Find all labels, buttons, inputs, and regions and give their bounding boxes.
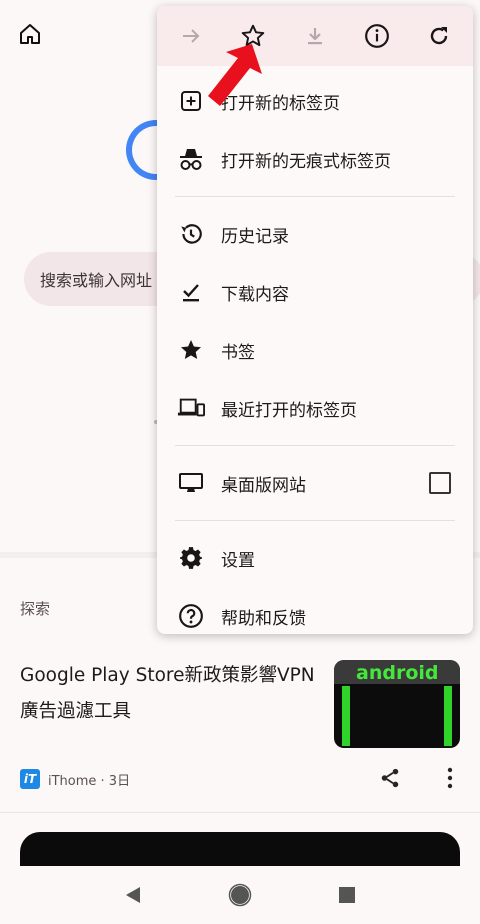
menu-item-label: 下载内容 [221, 284, 289, 305]
menu-divider [175, 520, 455, 521]
share-icon [381, 768, 399, 788]
explore-label: 探索 [20, 600, 51, 618]
gear-icon [177, 544, 205, 572]
home-icon [20, 24, 40, 44]
desktop-icon [177, 469, 205, 497]
menu-item-recent-tabs[interactable]: 最近打开的标签页 [157, 379, 473, 437]
menu-item-label: 帮助和反馈 [221, 608, 306, 629]
menu-item-label: 桌面版网站 [221, 475, 306, 496]
reload-button[interactable] [423, 20, 455, 52]
menu-item-label: 打开新的无痕式标签页 [221, 151, 391, 172]
more-options-button[interactable] [438, 764, 462, 792]
ithome-logo-icon: iT [20, 769, 40, 789]
help-icon [177, 602, 205, 630]
menu-item-help-feedback[interactable]: 帮助和反馈 [157, 587, 473, 634]
menu-item-label: 最近打开的标签页 [221, 400, 357, 421]
search-placeholder: 搜索或输入网址 [40, 271, 153, 290]
menu-item-downloads[interactable]: 下载内容 [157, 263, 473, 321]
info-icon [365, 24, 389, 48]
red-arrow-annotation-icon [208, 44, 262, 106]
article-thumbnail[interactable]: android [334, 660, 460, 748]
menu-item-desktop-site[interactable]: 桌面版网站 [157, 454, 473, 512]
menu-item-label: 历史记录 [221, 226, 289, 247]
system-nav-bar [0, 866, 480, 924]
menu-item-label: 书签 [221, 342, 255, 363]
recents-square-icon [338, 887, 355, 903]
thumb-stripe [444, 686, 452, 746]
download-check-icon [177, 278, 205, 306]
incognito-icon [177, 145, 205, 173]
history-icon [177, 220, 205, 248]
menu-divider [175, 445, 455, 446]
devices-icon [177, 394, 205, 422]
page-info-button[interactable] [361, 20, 393, 52]
reload-icon [430, 27, 448, 45]
nav-recents-button[interactable] [327, 875, 367, 915]
star-filled-icon [177, 336, 205, 364]
card-divider [0, 812, 480, 813]
desktop-site-checkbox[interactable] [429, 472, 451, 494]
menu-item-bookmarks[interactable]: 书签 [157, 321, 473, 379]
share-button[interactable] [376, 764, 404, 792]
menu-item-history[interactable]: 历史记录 [157, 205, 473, 263]
thumb-stripe [342, 686, 350, 746]
nav-home-button[interactable] [220, 875, 260, 915]
back-triangle-icon [126, 887, 141, 903]
download-icon [308, 28, 322, 45]
menu-item-settings[interactable]: 设置 [157, 529, 473, 587]
download-page-button[interactable] [299, 20, 331, 52]
article-source: iT iThome · 3日 [20, 768, 130, 790]
more-vert-icon [447, 767, 453, 789]
menu-divider [175, 196, 455, 197]
home-button[interactable] [14, 18, 46, 50]
nav-back-button[interactable] [113, 875, 153, 915]
menu-item-label: 设置 [221, 550, 255, 571]
source-text: iThome · 3日 [48, 773, 131, 789]
thumb-text: android [356, 662, 439, 684]
home-circle-icon [228, 883, 252, 907]
article-title[interactable]: Google Play Store新政策影響VPN廣告過濾工具 [20, 658, 320, 730]
menu-item-new-incognito-tab[interactable]: 打开新的无痕式标签页 [157, 130, 473, 188]
